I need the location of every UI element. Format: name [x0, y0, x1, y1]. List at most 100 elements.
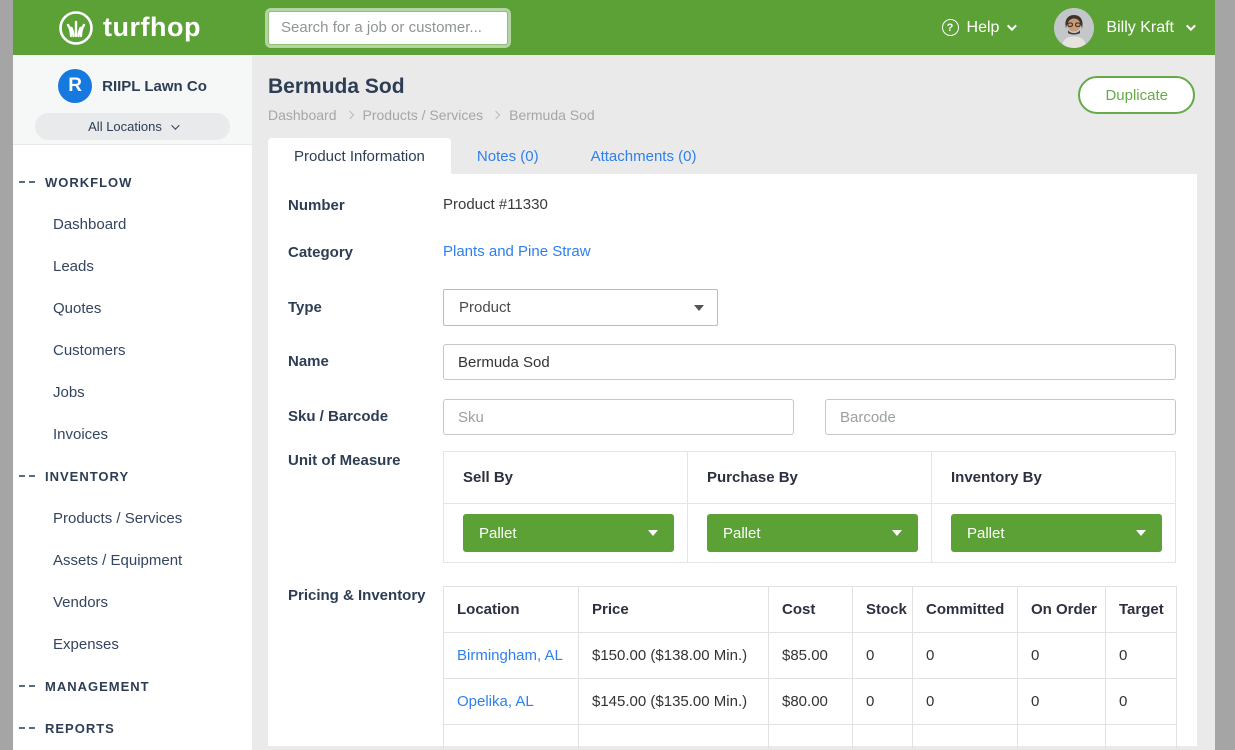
caret-down-icon	[892, 530, 902, 536]
help-menu[interactable]: ? Help	[942, 19, 1015, 37]
sidebar-item-dashboard[interactable]: Dashboard	[13, 203, 252, 245]
location-header: Location	[444, 587, 579, 633]
dashed-line-icon	[19, 727, 35, 729]
grass-logo-icon	[58, 10, 94, 46]
search-input[interactable]	[268, 11, 508, 45]
sidebar-section-inventory[interactable]: INVENTORY	[13, 455, 252, 497]
sidebar: R RIIPL Lawn Co All Locations WORKFLOW D…	[13, 55, 252, 750]
location-selector-label: All Locations	[88, 119, 162, 134]
field-row-category: Category Plants and Pine Straw	[288, 243, 1176, 263]
company-logo-badge: R	[58, 69, 92, 103]
sidebar-item-leads[interactable]: Leads	[13, 245, 252, 287]
location-link[interactable]: Opelika, AL	[457, 693, 534, 710]
price-cell: $145.00 ($135.00 Min.)	[579, 679, 769, 725]
purchase-by-header: Purchase By	[688, 452, 932, 504]
breadcrumb-products-services[interactable]: Products / Services	[363, 107, 484, 123]
dashed-line-icon	[19, 685, 35, 687]
sidebar-item-products-services[interactable]: Products / Services	[13, 497, 252, 539]
sidebar-item-jobs[interactable]: Jobs	[13, 371, 252, 413]
cost-cell: $80.00	[769, 679, 853, 725]
target-cell: 0	[1106, 679, 1177, 725]
sidebar-item-vendors[interactable]: Vendors	[13, 581, 252, 623]
sidebar-item-assets-equipment[interactable]: Assets / Equipment	[13, 539, 252, 581]
field-row-sku-barcode: Sku / Barcode	[288, 399, 1176, 435]
type-select-value: Product	[459, 299, 511, 316]
stock-header: Stock	[853, 587, 913, 633]
field-row-unit-of-measure: Unit of Measure Sell By Purchase By Inve…	[288, 451, 1176, 563]
dashed-line-icon	[19, 181, 35, 183]
chevron-down-icon	[1186, 21, 1196, 31]
breadcrumb: Dashboard Products / Services Bermuda So…	[268, 107, 1215, 123]
committed-cell: 0	[913, 633, 1018, 679]
sidebar-section-management[interactable]: MANAGEMENT	[13, 665, 252, 707]
sku-barcode-label: Sku / Barcode	[288, 407, 443, 427]
table-row: Birmingham, AL $150.00 ($138.00 Min.) $8…	[444, 633, 1177, 679]
caret-down-icon	[1136, 530, 1146, 536]
location-selector[interactable]: All Locations	[35, 113, 230, 140]
table-row	[444, 725, 1177, 750]
field-row-name: Name	[288, 344, 1176, 380]
sell-by-header: Sell By	[444, 452, 688, 504]
user-menu[interactable]: Billy Kraft	[1054, 8, 1193, 48]
top-bar-right: ? Help Billy Kraf	[942, 0, 1193, 55]
committed-cell: 0	[913, 679, 1018, 725]
tab-bar: Product Information Notes (0) Attachment…	[268, 138, 1215, 174]
sidebar-item-quotes[interactable]: Quotes	[13, 287, 252, 329]
unit-of-measure-table: Sell By Purchase By Inventory By Pallet	[443, 451, 1176, 563]
type-label: Type	[288, 298, 443, 318]
pricing-inventory-table: Location Price Cost Stock Committed On O…	[443, 586, 1177, 750]
sidebar-item-invoices[interactable]: Invoices	[13, 413, 252, 455]
help-label: Help	[967, 19, 1000, 37]
sell-by-dropdown[interactable]: Pallet	[463, 514, 674, 552]
chevron-right-icon	[345, 111, 353, 119]
app-window: turfhop ? Help	[13, 0, 1215, 750]
field-row-pricing-inventory: Pricing & Inventory Location Price Cost …	[288, 586, 1176, 750]
sidebar-nav: WORKFLOW Dashboard Leads Quotes Customer…	[13, 145, 252, 749]
avatar	[1054, 8, 1094, 48]
brand-name: turfhop	[103, 12, 201, 43]
on-order-header: On Order	[1018, 587, 1106, 633]
caret-down-icon	[694, 305, 704, 311]
brand-logo[interactable]: turfhop	[58, 10, 258, 46]
tab-product-information[interactable]: Product Information	[268, 138, 451, 174]
category-link[interactable]: Plants and Pine Straw	[443, 243, 591, 260]
page-title: Bermuda Sod	[268, 75, 1215, 99]
inventory-by-dropdown[interactable]: Pallet	[951, 514, 1162, 552]
chevron-down-icon	[171, 121, 179, 129]
sidebar-section-reports[interactable]: REPORTS	[13, 707, 252, 749]
type-select[interactable]: Product	[443, 289, 718, 326]
sku-input[interactable]	[443, 399, 794, 435]
company-row[interactable]: R RIIPL Lawn Co	[13, 69, 252, 103]
target-cell: 0	[1106, 633, 1177, 679]
caret-down-icon	[648, 530, 658, 536]
committed-header: Committed	[913, 587, 1018, 633]
location-link[interactable]: Birmingham, AL	[457, 647, 563, 664]
table-row: Opelika, AL $145.00 ($135.00 Min.) $80.0…	[444, 679, 1177, 725]
dashed-line-icon	[19, 475, 35, 477]
tab-notes[interactable]: Notes (0)	[451, 138, 565, 174]
price-header: Price	[579, 587, 769, 633]
field-row-type: Type Product	[288, 289, 1176, 326]
help-icon: ?	[942, 19, 959, 36]
name-input[interactable]	[443, 344, 1176, 380]
sidebar-item-customers[interactable]: Customers	[13, 329, 252, 371]
barcode-input[interactable]	[825, 399, 1176, 435]
company-name: RIIPL Lawn Co	[102, 78, 207, 95]
duplicate-button[interactable]: Duplicate	[1078, 76, 1195, 114]
cost-header: Cost	[769, 587, 853, 633]
breadcrumb-dashboard[interactable]: Dashboard	[268, 107, 337, 123]
name-label: Name	[288, 352, 443, 372]
sidebar-item-expenses[interactable]: Expenses	[13, 623, 252, 665]
pricing-inventory-label: Pricing & Inventory	[288, 586, 443, 750]
user-name: Billy Kraft	[1106, 19, 1174, 37]
global-search	[268, 11, 508, 45]
number-label: Number	[288, 196, 443, 216]
sidebar-section-workflow[interactable]: WORKFLOW	[13, 161, 252, 203]
stock-cell: 0	[853, 679, 913, 725]
unit-of-measure-label: Unit of Measure	[288, 451, 443, 563]
tab-attachments[interactable]: Attachments (0)	[565, 138, 723, 174]
stock-cell: 0	[853, 633, 913, 679]
top-bar: turfhop ? Help	[13, 0, 1215, 55]
purchase-by-dropdown[interactable]: Pallet	[707, 514, 918, 552]
breadcrumb-current: Bermuda Sod	[509, 107, 595, 123]
